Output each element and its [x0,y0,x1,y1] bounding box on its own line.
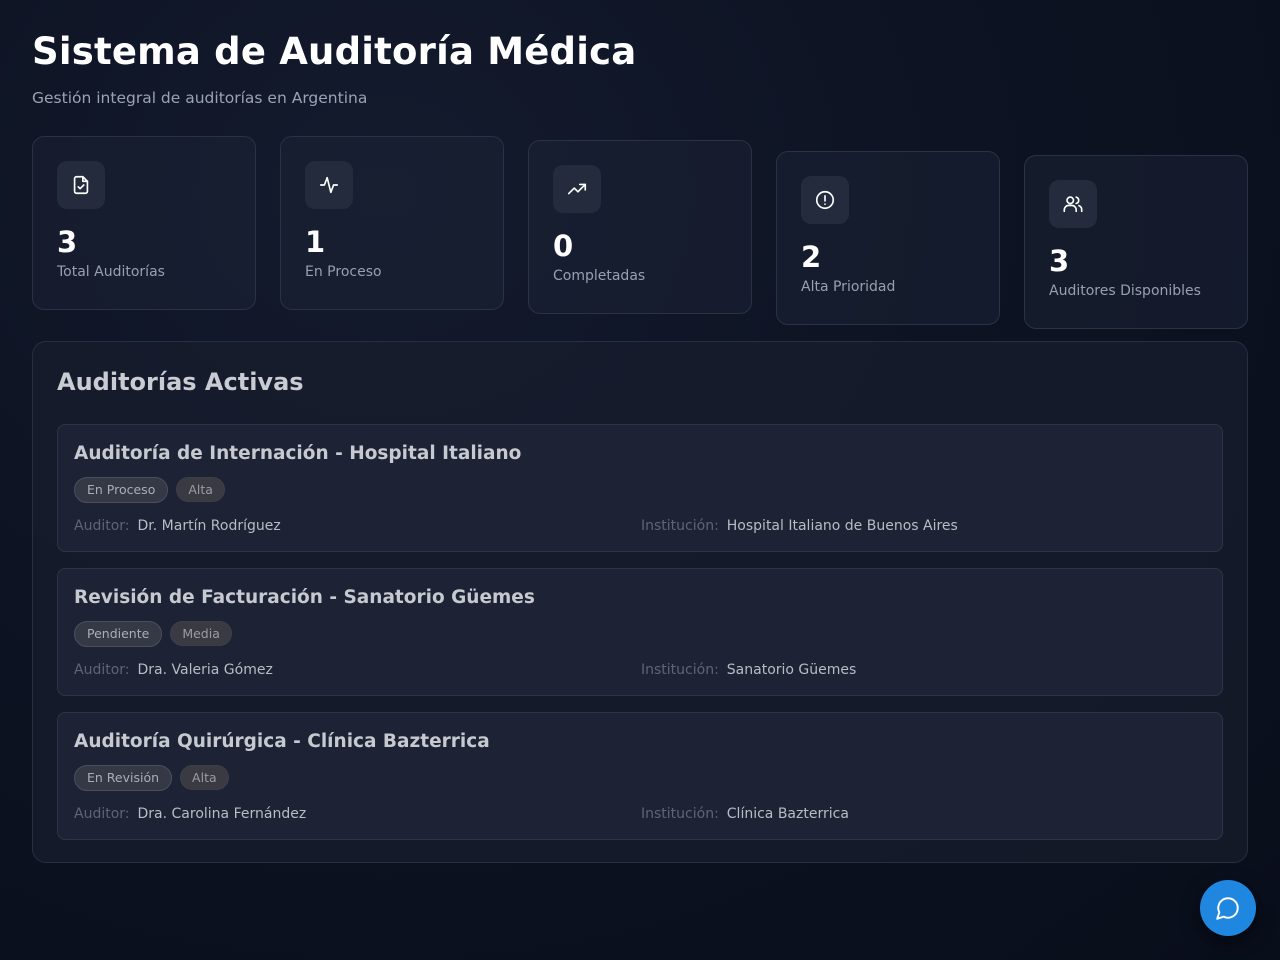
stat-value: 1 [305,225,326,259]
institution-field: Institución: Clínica Bazterrica [641,805,1208,823]
audit-card[interactable]: Revisión de Facturación - Sanatorio Güem… [57,568,1223,696]
stat-label: Total Auditorías [57,264,165,280]
stat-label: En Proceso [305,264,382,280]
auditor-label: Auditor: [74,662,130,678]
institution-field: Institución: Sanatorio Güemes [641,661,1208,679]
alert-circle-icon [801,176,849,224]
stat-card-available-auditors: 3 Auditores Disponibles [1024,155,1248,329]
auditor-field: Auditor: Dra. Valeria Gómez [74,661,641,679]
priority-badge: Media [170,621,232,646]
stat-value: 2 [801,240,822,274]
audit-title: Revisión de Facturación - Sanatorio Güem… [74,587,535,608]
institution-value: Clínica Bazterrica [726,806,849,822]
page-title: Sistema de Auditoría Médica [32,30,637,73]
active-audits-panel: Auditorías Activas Auditoría de Internac… [32,341,1248,863]
auditor-field: Auditor: Dr. Martín Rodríguez [74,517,641,535]
institution-value: Hospital Italiano de Buenos Aires [726,518,958,534]
auditor-value: Dra. Carolina Fernández [137,806,307,822]
chat-bubble-icon [1216,897,1239,920]
status-badge: En Revisión [74,765,173,791]
audit-tags: En Proceso Alta [74,477,1206,503]
status-badge: En Proceso [74,477,169,503]
audit-meta: Auditor: Dr. Martín Rodríguez Institució… [74,517,1208,535]
status-badge: Pendiente [74,621,163,647]
priority-badge: Alta [176,477,225,502]
audit-list: Auditoría de Internación - Hospital Ital… [57,424,1223,840]
stat-value: 3 [57,225,78,259]
audit-card[interactable]: Auditoría de Internación - Hospital Ital… [57,424,1223,552]
priority-badge: Alta [180,765,229,790]
audit-meta: Auditor: Dra. Carolina Fernández Institu… [74,805,1208,823]
stat-card-in-process: 1 En Proceso [280,136,504,310]
chat-button[interactable] [1200,880,1256,936]
stat-label: Completadas [553,268,646,284]
auditor-label: Auditor: [74,806,130,822]
trending-up-icon [553,165,601,213]
stat-value: 3 [1049,244,1070,278]
stat-card-completed: 0 Completadas [528,140,752,314]
activity-icon [305,161,353,209]
auditor-field: Auditor: Dra. Carolina Fernández [74,805,641,823]
institution-value: Sanatorio Güemes [726,662,857,678]
stat-label: Alta Prioridad [801,279,896,295]
users-icon [1049,180,1097,228]
stat-card-total-audits: 3 Total Auditorías [32,136,256,310]
stats-row: 3 Total Auditorías 1 En Proceso 0 Comple… [32,136,1248,329]
auditor-value: Dr. Martín Rodríguez [137,518,281,534]
audit-tags: En Revisión Alta [74,765,1206,791]
auditor-value: Dra. Valeria Gómez [137,662,273,678]
institution-label: Institución: [641,662,719,678]
audit-meta: Auditor: Dra. Valeria Gómez Institución:… [74,661,1208,679]
institution-label: Institución: [641,806,719,822]
panel-title: Auditorías Activas [57,368,304,396]
audit-title: Auditoría Quirúrgica - Clínica Bazterric… [74,731,490,752]
auditor-label: Auditor: [74,518,130,534]
audit-tags: Pendiente Media [74,621,1206,647]
stat-value: 0 [553,229,574,263]
audit-card[interactable]: Auditoría Quirúrgica - Clínica Bazterric… [57,712,1223,840]
page-subtitle: Gestión integral de auditorías en Argent… [32,89,368,107]
page-header: Sistema de Auditoría Médica Gestión inte… [32,30,636,108]
file-check-icon [57,161,105,209]
audit-title: Auditoría de Internación - Hospital Ital… [74,443,522,464]
institution-field: Institución: Hospital Italiano de Buenos… [641,517,1208,535]
stat-label: Auditores Disponibles [1049,283,1201,299]
institution-label: Institución: [641,518,719,534]
stat-card-high-priority: 2 Alta Prioridad [776,151,1000,325]
